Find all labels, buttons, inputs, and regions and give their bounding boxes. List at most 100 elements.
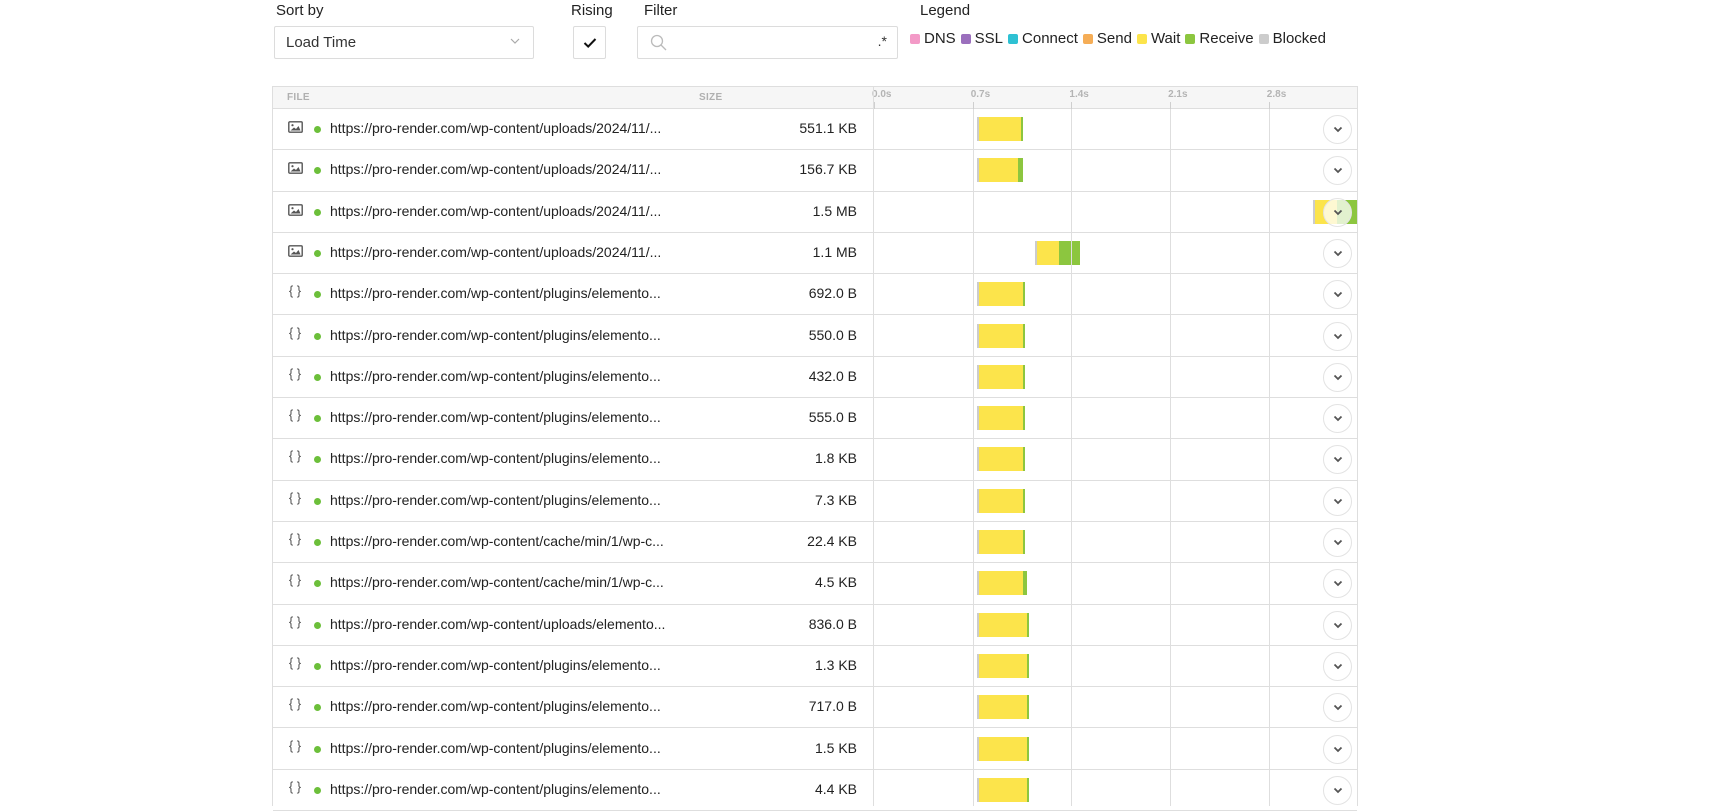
file-size: 4.5 KB xyxy=(814,574,857,591)
timing-bar[interactable] xyxy=(976,406,1025,431)
table-row[interactable]: { } https://pro-render.com/wp-content/plu… xyxy=(273,357,1357,399)
timing-bar[interactable] xyxy=(976,736,1029,761)
legend-item-send: Send xyxy=(1082,30,1132,47)
timing-segment-wait xyxy=(978,736,1027,761)
table-row[interactable]: { } https://pro-render.com/wp-content/plu… xyxy=(273,439,1357,481)
file-url[interactable]: https://pro-render.com/wp-content/plugin… xyxy=(330,285,661,301)
code-file-icon: { } xyxy=(288,696,302,712)
code-file-icon: { } xyxy=(288,572,302,588)
file-url[interactable]: https://pro-render.com/wp-content/plugin… xyxy=(330,368,661,384)
regex-toggle[interactable]: .* xyxy=(878,33,887,49)
timing-bar[interactable] xyxy=(976,695,1029,720)
expand-row-button[interactable] xyxy=(1323,321,1352,351)
file-url[interactable]: https://pro-render.com/wp-content/upload… xyxy=(330,120,661,136)
file-url[interactable]: https://pro-render.com/wp-content/upload… xyxy=(330,244,661,260)
expand-row-button[interactable] xyxy=(1323,693,1352,723)
expand-row-button[interactable] xyxy=(1323,486,1352,516)
status-dot xyxy=(314,456,321,464)
timing-segment-receive xyxy=(1026,777,1029,802)
timing-segment-wait xyxy=(978,571,1023,596)
code-file-icon: { } xyxy=(288,365,302,381)
size-column-header[interactable]: SIZE xyxy=(699,92,722,103)
filter-field[interactable]: .* xyxy=(637,26,898,59)
file-size: 550.0 B xyxy=(808,326,857,343)
rising-checkbox[interactable] xyxy=(573,26,606,59)
file-url[interactable]: https://pro-render.com/wp-content/upload… xyxy=(330,161,661,177)
table-row[interactable]: { } https://pro-render.com/wp-content/plu… xyxy=(273,274,1357,316)
file-url[interactable]: https://pro-render.com/wp-content/plugin… xyxy=(330,657,661,673)
expand-row-button[interactable] xyxy=(1323,610,1352,640)
table-row[interactable]: { } https://pro-render.com/wp-content/plu… xyxy=(273,316,1357,357)
file-url[interactable]: https://pro-render.com/wp-content/plugin… xyxy=(330,450,661,466)
expand-row-button[interactable] xyxy=(1323,651,1352,681)
table-row[interactable]: https://pro-render.com/wp-content/upload… xyxy=(273,233,1357,275)
table-row[interactable]: { } https://pro-render.com/wp-content/cac… xyxy=(273,522,1357,564)
expand-row-button[interactable] xyxy=(1323,734,1352,764)
timing-bar[interactable] xyxy=(976,571,1027,596)
table-row[interactable]: https://pro-render.com/wp-content/upload… xyxy=(273,192,1357,233)
timing-bar[interactable] xyxy=(976,117,1024,141)
table-row[interactable]: { } https://pro-render.com/wp-content/upl… xyxy=(273,605,1357,646)
table-row[interactable]: { } https://pro-render.com/wp-content/plu… xyxy=(273,646,1357,688)
rising-label: Rising xyxy=(571,2,613,19)
expand-row-button[interactable] xyxy=(1323,362,1352,392)
file-size: 1.5 KB xyxy=(814,739,857,756)
table-row[interactable]: { } https://pro-render.com/wp-content/cac… xyxy=(273,563,1357,605)
table-row[interactable]: { } https://pro-render.com/wp-content/plu… xyxy=(273,481,1357,522)
expand-row-button[interactable] xyxy=(1323,197,1352,227)
timing-bar[interactable] xyxy=(976,530,1025,554)
file-column-header[interactable]: FILE xyxy=(287,92,310,103)
timing-bar[interactable] xyxy=(976,612,1029,637)
table-row[interactable]: { } https://pro-render.com/wp-content/plu… xyxy=(273,398,1357,440)
file-size: 717.0 B xyxy=(808,698,857,715)
file-url[interactable]: https://pro-render.com/wp-content/upload… xyxy=(330,203,661,219)
file-url[interactable]: https://pro-render.com/wp-content/plugin… xyxy=(330,698,661,714)
expand-row-button[interactable] xyxy=(1323,528,1352,557)
expand-row-button[interactable] xyxy=(1323,238,1352,268)
file-url[interactable]: https://pro-render.com/wp-content/plugin… xyxy=(330,781,661,797)
timing-bar[interactable] xyxy=(976,653,1029,678)
expand-row-button[interactable] xyxy=(1323,445,1352,475)
table-row[interactable]: https://pro-render.com/wp-content/upload… xyxy=(273,150,1357,192)
file-size: 551.1 KB xyxy=(799,120,857,136)
timing-bar[interactable] xyxy=(976,364,1025,389)
timing-segment-receive xyxy=(1022,530,1025,554)
axis-tick-label: 2.8s xyxy=(1266,89,1287,100)
expand-row-button[interactable] xyxy=(1323,775,1352,805)
axis-tick-mark xyxy=(1071,102,1073,109)
timing-bar[interactable] xyxy=(976,282,1025,307)
expand-row-button[interactable] xyxy=(1323,115,1352,144)
expand-row-button[interactable] xyxy=(1323,156,1352,186)
expand-row-button[interactable] xyxy=(1323,569,1352,599)
timing-bar[interactable] xyxy=(976,447,1025,472)
file-url[interactable]: https://pro-render.com/wp-content/plugin… xyxy=(330,492,661,508)
table-row[interactable]: { } https://pro-render.com/wp-content/plu… xyxy=(273,687,1357,729)
expand-row-button[interactable] xyxy=(1323,280,1352,310)
file-url[interactable]: https://pro-render.com/wp-content/cache/… xyxy=(330,533,664,549)
timing-bar[interactable] xyxy=(976,488,1025,513)
file-url[interactable]: https://pro-render.com/wp-content/cache/… xyxy=(330,574,664,590)
status-dot xyxy=(314,167,321,175)
code-file-icon: { } xyxy=(288,324,302,340)
sort-by-select[interactable]: Load Time xyxy=(274,26,534,59)
status-dot xyxy=(314,126,321,133)
file-url[interactable]: https://pro-render.com/wp-content/upload… xyxy=(330,616,665,632)
timing-segment-receive xyxy=(1026,653,1029,678)
grid-line xyxy=(1268,109,1270,806)
table-row[interactable]: https://pro-render.com/wp-content/upload… xyxy=(273,109,1357,151)
file-url[interactable]: https://pro-render.com/wp-content/plugin… xyxy=(330,740,661,756)
expand-row-button[interactable] xyxy=(1323,404,1352,434)
filter-input[interactable] xyxy=(672,31,866,56)
timing-bar[interactable] xyxy=(1034,240,1081,265)
table-row[interactable]: { } https://pro-render.com/wp-content/plu… xyxy=(273,729,1357,770)
file-url[interactable]: https://pro-render.com/wp-content/plugin… xyxy=(330,327,661,343)
status-dot xyxy=(314,662,321,670)
timing-bar[interactable] xyxy=(976,777,1029,802)
timing-segment-wait xyxy=(978,612,1027,637)
status-dot xyxy=(314,580,321,588)
timing-bar[interactable] xyxy=(976,158,1023,183)
file-url[interactable]: https://pro-render.com/wp-content/plugin… xyxy=(330,409,661,425)
timing-segment-wait xyxy=(978,695,1027,720)
timing-bar[interactable] xyxy=(976,323,1025,348)
table-row[interactable]: { } https://pro-render.com/wp-content/plu… xyxy=(273,770,1357,811)
